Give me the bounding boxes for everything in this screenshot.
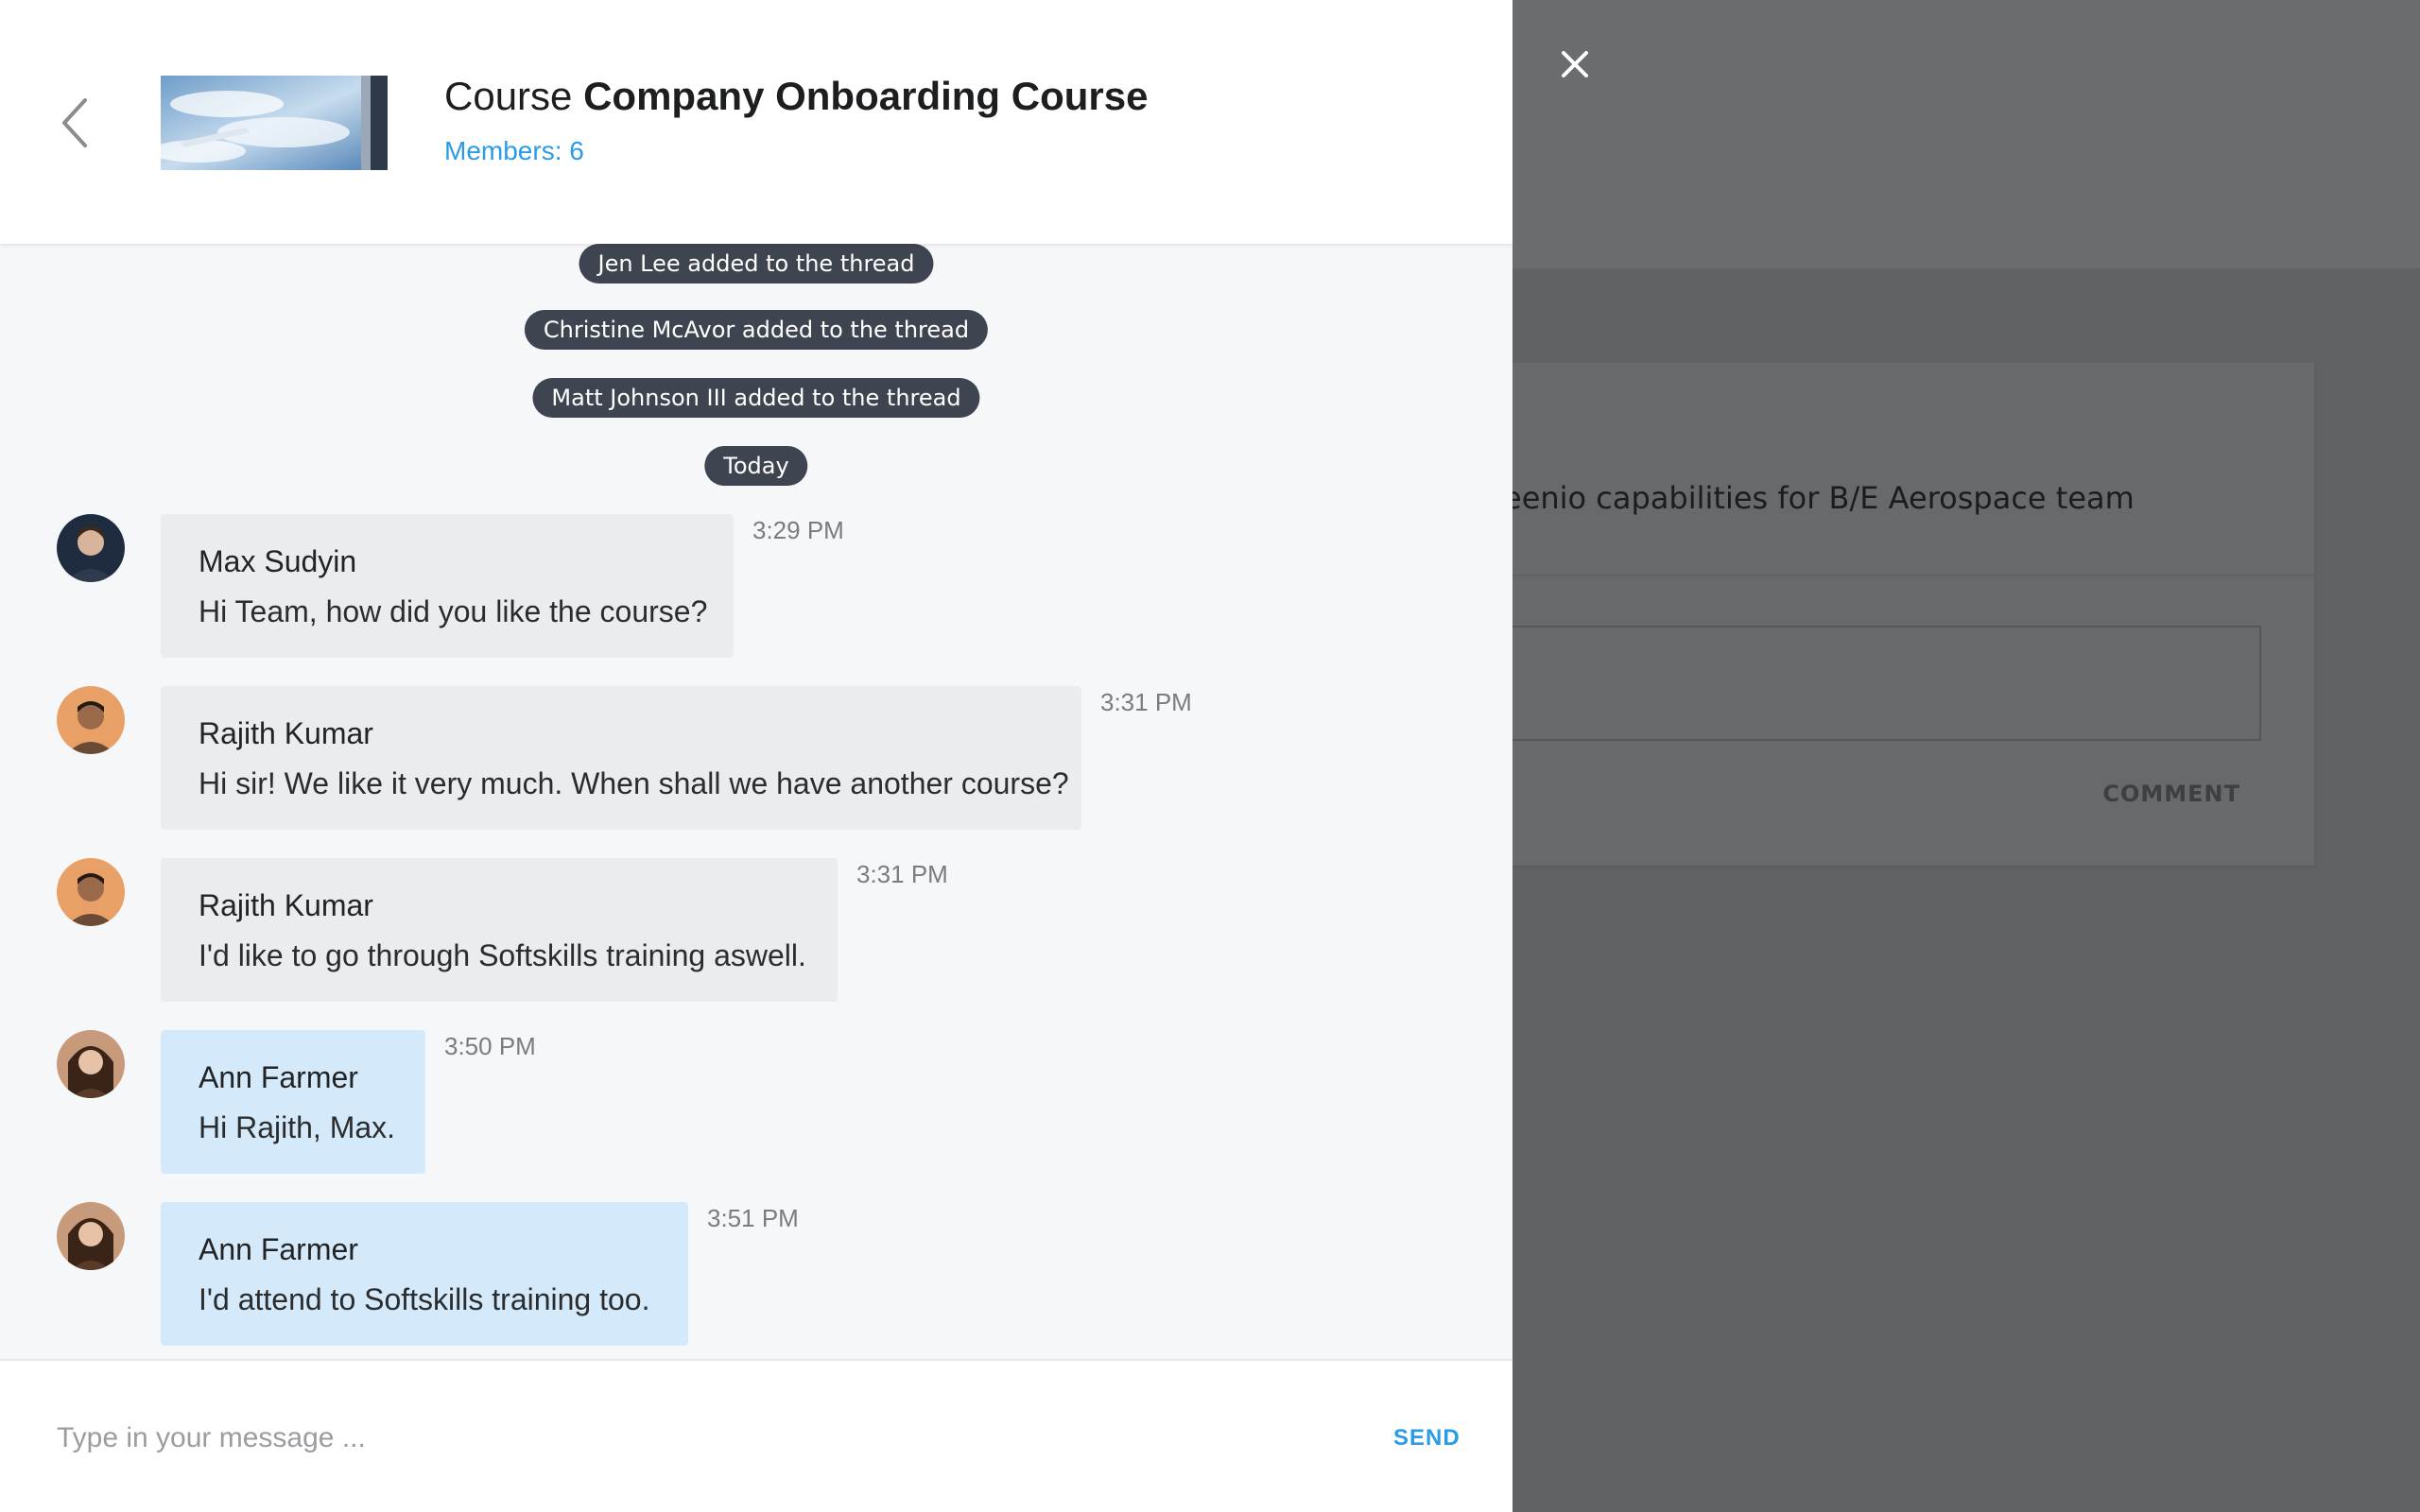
background-comment-button: COMMENT [2102,781,2240,807]
system-message: Christine McAvor added to the thread [524,310,989,350]
background-comment-field [1503,626,2261,741]
message-bubble: Rajith Kumar Hi sir! We like it very muc… [161,686,1081,830]
message-time: 3:31 PM [1100,688,1192,716]
message-input[interactable] [57,1412,1286,1465]
message-time: 3:29 PM [752,516,844,544]
message-time: 3:50 PM [444,1032,536,1060]
sender-name: Rajith Kumar [199,716,373,750]
message-bubble: Ann Farmer Hi Rajith, Max. [161,1030,425,1174]
message-time: 3:31 PM [856,860,948,888]
avatar[interactable] [57,1202,125,1270]
send-button[interactable]: SEND [1393,1425,1461,1452]
members-count[interactable]: Members: 6 [444,136,584,166]
chat-panel: Course Company Onboarding Course Members… [0,0,1512,1512]
message-thread[interactable]: Jen Lee added to the thread Christine Mc… [0,244,1512,1359]
sender-name: Rajith Kumar [199,888,373,922]
sender-name: Ann Farmer [199,1232,358,1266]
page-title: Course Company Onboarding Course [444,74,1148,119]
sender-name: Max Sudyin [199,544,357,578]
title-prefix: Course [444,74,573,118]
close-icon[interactable] [1556,45,1594,83]
course-thumbnail [161,76,388,170]
message-bubble: Ann Farmer I'd attend to Softskills trai… [161,1202,688,1346]
message-bubble: Rajith Kumar I'd like to go through Soft… [161,858,838,1002]
course-name: Company Onboarding Course [583,74,1149,118]
avatar[interactable] [57,858,125,926]
message-text: I'd attend to Softskills training too. [199,1282,650,1316]
message-text: Hi Rajith, Max. [199,1110,396,1144]
chat-header: Course Company Onboarding Course Members… [0,0,1512,244]
avatar[interactable] [57,686,125,754]
back-chevron-icon[interactable] [57,94,95,151]
background-card: eenio capabilities for B/E Aerospace tea… [1475,363,2314,866]
message-time: 3:51 PM [707,1204,799,1232]
message-bubble: Max Sudyin Hi Team, how did you like the… [161,514,734,658]
system-message: Jen Lee added to the thread [579,244,934,284]
message-text: Hi sir! We like it very much. When shall… [199,766,1069,800]
message-text: Hi Team, how did you like the course? [199,594,708,628]
avatar[interactable] [57,1030,125,1098]
background-card-title: eenio capabilities for B/E Aerospace tea… [1503,480,2135,516]
message-composer: SEND [0,1359,1512,1512]
date-divider: Today [704,446,808,486]
background-card-divider [1475,575,2314,576]
system-message: Matt Johnson III added to the thread [532,378,980,418]
sender-name: Ann Farmer [199,1060,358,1094]
avatar[interactable] [57,514,125,582]
message-text: I'd like to go through Softskills traini… [199,938,806,972]
